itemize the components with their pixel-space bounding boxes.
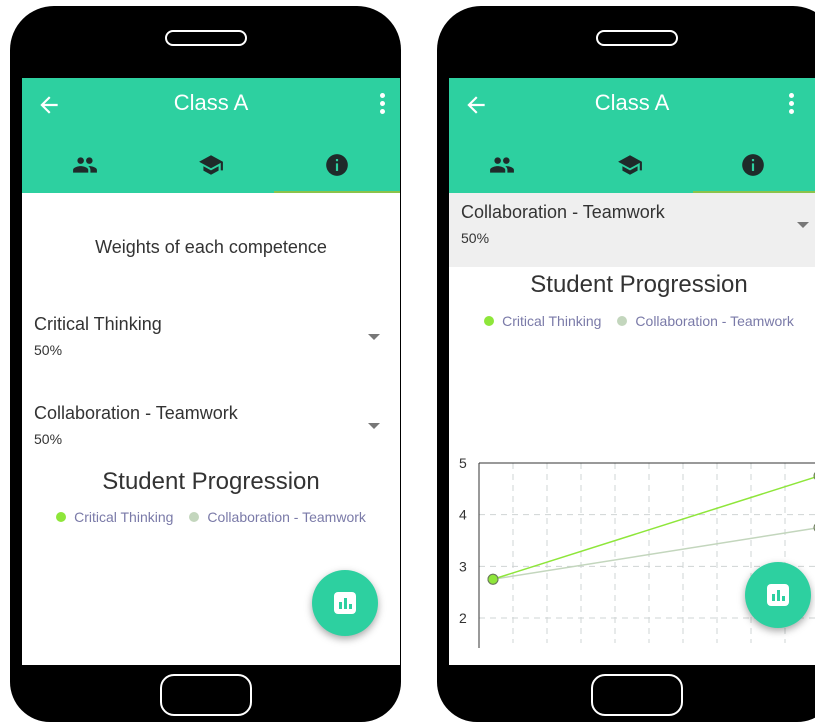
people-icon — [489, 156, 514, 173]
tab-students[interactable] — [22, 136, 148, 193]
legend-item-collaboration[interactable]: Collaboration - Teamwork — [189, 509, 366, 525]
home-button[interactable] — [159, 674, 252, 716]
screen-right: Class A Collaboration - Teamwork 50% Stu… — [449, 78, 815, 665]
legend-item-collaboration[interactable]: Collaboration - Teamwork — [617, 313, 794, 329]
legend-label: Critical Thinking — [74, 509, 174, 525]
school-icon — [617, 154, 642, 175]
speaker-grille — [164, 30, 247, 46]
more-options-icon[interactable] — [380, 93, 386, 117]
dropdown-value: 50% — [34, 342, 63, 358]
tab-students[interactable] — [461, 136, 542, 193]
dropdown-label: Collaboration - Teamwork — [461, 202, 665, 222]
chart-fab-button[interactable] — [745, 562, 811, 628]
competence-dropdown-critical-thinking[interactable]: Critical Thinking 50% — [34, 314, 388, 364]
tab-info[interactable] — [274, 136, 400, 193]
y-tick-label: 5 — [459, 455, 467, 471]
home-button[interactable] — [591, 674, 683, 716]
tab-bar — [22, 136, 400, 193]
weights-title: Weights of each competence — [95, 237, 327, 257]
screen-left: Class A Weights of each competence Criti… — [22, 78, 400, 665]
more-options-icon[interactable] — [789, 93, 795, 117]
app-bar: Class A — [22, 78, 400, 136]
info-icon — [742, 153, 764, 176]
legend-dot-icon — [189, 512, 200, 522]
dropdown-arrow-icon — [368, 423, 380, 429]
bar-chart-icon — [767, 584, 789, 606]
chart-title: Student Progression — [530, 271, 748, 298]
legend-label: Critical Thinking — [502, 313, 602, 329]
legend-dot-icon — [617, 316, 628, 326]
tab-competences[interactable] — [148, 136, 274, 193]
chart-legend: Critical Thinking Collaboration - Teamwo… — [449, 313, 815, 329]
chart-legend: Critical Thinking Collaboration - Teamwo… — [22, 509, 400, 525]
dropdown-arrow-icon — [797, 222, 809, 228]
y-tick-label: 3 — [459, 558, 467, 574]
chart-title: Student Progression — [102, 468, 320, 495]
page-title: Class A — [173, 90, 249, 115]
legend-dot-icon — [56, 512, 67, 522]
dropdown-arrow-icon — [368, 334, 380, 340]
y-tick-label: 2 — [459, 610, 467, 626]
phone-frame-right: Class A Collaboration - Teamwork 50% Stu… — [437, 6, 815, 722]
chart-fab-button[interactable] — [312, 570, 378, 636]
app-bar: Class A — [449, 78, 815, 136]
page-title: Class A — [594, 90, 670, 115]
bar-chart-icon — [334, 592, 356, 614]
legend-dot-icon — [484, 316, 495, 326]
people-icon — [73, 156, 97, 173]
dropdown-label: Collaboration - Teamwork — [34, 403, 238, 423]
legend-label: Collaboration - Teamwork — [207, 509, 366, 525]
speaker-grille — [596, 30, 678, 46]
dropdown-label: Critical Thinking — [34, 314, 162, 334]
info-icon — [326, 153, 348, 176]
tab-info[interactable] — [693, 136, 813, 193]
tab-bar — [449, 136, 815, 193]
legend-item-critical-thinking[interactable]: Critical Thinking — [56, 509, 173, 525]
y-tick-label: 4 — [459, 507, 467, 523]
dropdown-value: 50% — [34, 431, 63, 447]
progression-line-chart: 5 4 3 2 — [459, 455, 815, 648]
legend-label: Collaboration - Teamwork — [635, 313, 794, 329]
legend-item-critical-thinking[interactable]: Critical Thinking — [484, 313, 601, 329]
phone-frame-left: Class A Weights of each competence Criti… — [10, 6, 401, 722]
competence-dropdown-collaboration[interactable]: Collaboration - Teamwork 50% — [34, 403, 388, 453]
competence-dropdown-collaboration[interactable]: Collaboration - Teamwork 50% — [461, 202, 815, 252]
dropdown-value: 50% — [461, 230, 490, 246]
data-point — [487, 573, 499, 585]
school-icon — [199, 154, 223, 175]
tab-competences[interactable] — [589, 136, 670, 193]
